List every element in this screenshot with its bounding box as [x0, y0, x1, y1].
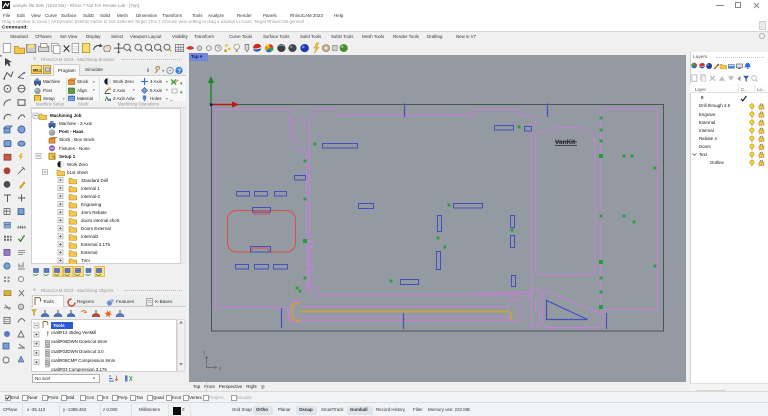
svg-text:▾: ▾ — [180, 81, 183, 87]
svg-text:?: ? — [177, 69, 181, 75]
svg-text:VanKit: VanKit — [555, 139, 576, 146]
svg-text:▾: ▾ — [180, 90, 183, 96]
